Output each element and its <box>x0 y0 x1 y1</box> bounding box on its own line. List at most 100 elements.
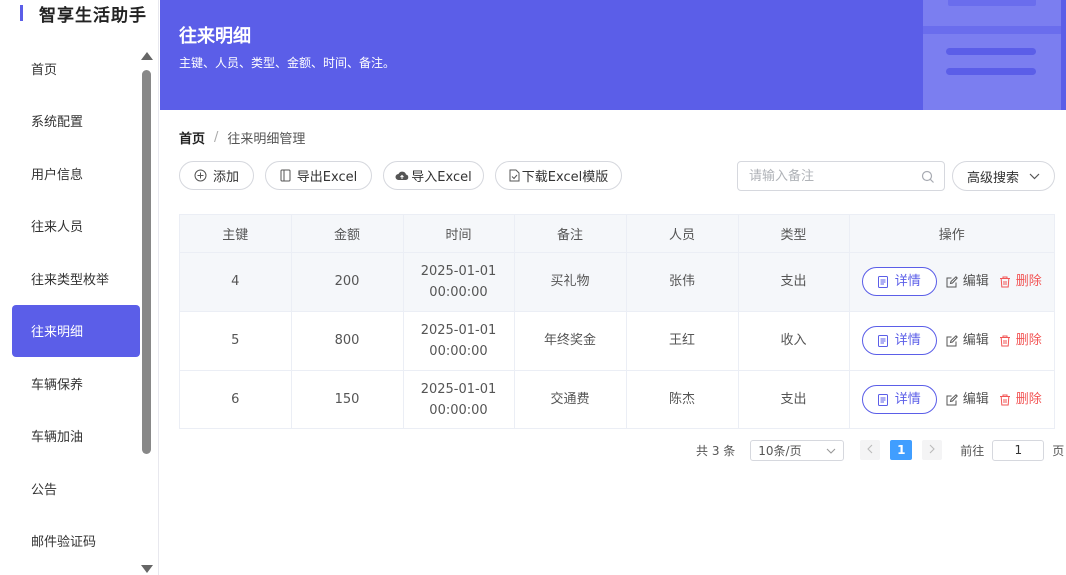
cell-amount: 200 <box>291 252 404 312</box>
document-icon <box>877 334 888 347</box>
sidebar-item-vehicle-fuel[interactable]: 车辆加油 <box>12 410 140 463</box>
column-header-id[interactable]: 主键 <box>180 215 292 253</box>
sidebar-item-notice[interactable]: 公告 <box>12 462 140 515</box>
edit-button[interactable]: 编辑 <box>946 330 989 351</box>
column-header-time[interactable]: 时间 <box>403 215 515 253</box>
breadcrumb-home[interactable]: 首页 <box>179 128 205 147</box>
chevron-down-icon <box>1029 173 1040 180</box>
cell-note: 交通费 <box>514 370 627 429</box>
next-page-button[interactable] <box>922 440 943 460</box>
sidebar: 智享生活助手 首页 系统配置 用户信息 往来人员 往来类型枚举 往来明细 车辆保… <box>0 0 159 575</box>
detail-button[interactable]: 详情 <box>861 385 937 415</box>
page-unit-label: 页 <box>1052 443 1065 458</box>
sidebar-item-user-info[interactable]: 用户信息 <box>12 147 140 200</box>
edit-label: 编辑 <box>962 392 989 408</box>
page-subtitle: 主键、人员、类型、金额、时间、备注。 <box>179 56 396 70</box>
pagination: 共 3 条 10条/页 1 前往 页 <box>696 439 1064 461</box>
column-header-person[interactable]: 人员 <box>626 215 739 253</box>
trash-icon <box>999 394 1011 406</box>
detail-button[interactable]: 详情 <box>861 267 937 296</box>
cell-person: 张伟 <box>626 252 739 312</box>
sidebar-scrollbar[interactable] <box>140 48 153 575</box>
table-row[interactable]: 6 150 2025-01-01 00:00:00 交通费 陈杰 支出 详情 编… <box>180 370 1054 429</box>
cell-type: 支出 <box>738 370 850 429</box>
cell-time: 2025-01-01 00:00:00 <box>403 311 515 371</box>
column-header-amount[interactable]: 金额 <box>291 215 404 253</box>
search-box <box>737 161 945 191</box>
cell-date-text: 2025-01-01 <box>420 322 497 338</box>
page-number-current[interactable]: 1 <box>890 440 913 460</box>
cell-date-text: 2025-01-01 <box>420 381 497 397</box>
detail-label: 详情 <box>894 392 921 408</box>
delete-button[interactable]: 删除 <box>999 389 1042 410</box>
data-table: 主键 金额 时间 备注 人员 类型 操作 4 200 2025-01-01 00:… <box>179 214 1055 429</box>
cell-actions: 详情 编辑 删除 <box>849 252 1054 312</box>
cell-note: 买礼物 <box>514 252 627 312</box>
column-header-type[interactable]: 类型 <box>738 215 850 253</box>
page-header: 往来明细 主键、人员、类型、金额、时间、备注。 <box>160 0 1066 110</box>
detail-label: 详情 <box>894 274 921 289</box>
goto-label: 前往 <box>960 443 985 458</box>
breadcrumb-current: 往来明细管理 <box>227 132 306 147</box>
search-icon[interactable] <box>921 169 935 188</box>
cell-time-text: 00:00:00 <box>429 284 488 300</box>
cell-type: 收入 <box>738 311 850 371</box>
edit-icon <box>946 393 958 406</box>
scroll-down-arrow-icon[interactable] <box>141 565 153 573</box>
sidebar-item-transactions[interactable]: 往来明细 <box>12 304 140 357</box>
chevron-right-icon <box>929 443 936 457</box>
brand-accent-bar <box>20 5 23 21</box>
import-excel-button[interactable]: 导入Excel <box>383 161 484 190</box>
toolbar: 添加 导出Excel 导入Excel 下载Excel模版 <box>179 161 633 191</box>
table-row[interactable]: 5 800 2025-01-01 00:00:00 年终奖金 王红 收入 详情 <box>180 311 1054 371</box>
advanced-search-button[interactable]: 高级搜索 <box>952 161 1055 191</box>
export-excel-button[interactable]: 导出Excel <box>265 161 372 190</box>
cell-person: 陈杰 <box>626 370 739 429</box>
sidebar-item-vehicle-maintenance[interactable]: 车辆保养 <box>12 357 140 410</box>
cell-actions: 详情 编辑 删除 <box>849 311 1054 371</box>
scrollbar-thumb[interactable] <box>142 70 151 454</box>
detail-button[interactable]: 详情 <box>861 326 937 355</box>
search-input[interactable] <box>738 162 908 190</box>
edit-button[interactable]: 编辑 <box>946 271 989 292</box>
page-size-select[interactable]: 10条/页 <box>750 439 845 461</box>
cell-time: 2025-01-01 00:00:00 <box>403 370 515 429</box>
prev-page-button[interactable] <box>860 440 881 460</box>
sidebar-item-email-code[interactable]: 邮件验证码 <box>12 515 140 568</box>
sidebar-item-home[interactable]: 首页 <box>12 42 140 95</box>
edit-button[interactable]: 编辑 <box>946 389 989 410</box>
sidebar-item-contacts[interactable]: 往来人员 <box>12 200 140 253</box>
cell-person: 王红 <box>626 311 739 371</box>
pagination-total: 共 3 条 <box>696 443 736 458</box>
document-icon <box>877 275 888 288</box>
edit-label: 编辑 <box>962 333 989 348</box>
delete-button[interactable]: 删除 <box>999 271 1042 292</box>
breadcrumb-separator: / <box>214 130 219 145</box>
table-header-row: 主键 金额 时间 备注 人员 类型 操作 <box>180 215 1054 253</box>
app-title: 智享生活助手 <box>39 5 147 26</box>
cell-id: 4 <box>180 252 292 312</box>
document-icon <box>280 169 291 182</box>
table-row[interactable]: 4 200 2025-01-01 00:00:00 买礼物 张伟 支出 详情 编… <box>180 252 1054 312</box>
cell-time-text: 00:00:00 <box>429 402 488 418</box>
cell-actions: 详情 编辑 删除 <box>849 370 1054 429</box>
detail-label: 详情 <box>894 333 921 348</box>
add-button[interactable]: 添加 <box>179 161 254 190</box>
advanced-search-label: 高级搜索 <box>966 170 1019 186</box>
download-template-button[interactable]: 下载Excel模版 <box>495 161 622 190</box>
sidebar-menu: 首页 系统配置 用户信息 往来人员 往来类型枚举 往来明细 车辆保养 车辆加油 … <box>12 42 140 567</box>
breadcrumb: 首页 / 往来明细管理 <box>179 128 305 147</box>
sidebar-item-type-enum[interactable]: 往来类型枚举 <box>12 252 140 305</box>
download-template-label: 下载Excel模版 <box>521 170 609 185</box>
column-header-note[interactable]: 备注 <box>514 215 627 253</box>
scroll-up-arrow-icon[interactable] <box>141 52 153 60</box>
sidebar-item-system-config[interactable]: 系统配置 <box>12 95 140 148</box>
page-size-value: 10条/页 <box>758 443 802 458</box>
goto-page-input[interactable] <box>992 439 1045 461</box>
cloud-upload-icon <box>395 170 409 182</box>
page-title: 往来明细 <box>179 26 251 47</box>
column-header-actions: 操作 <box>849 215 1054 253</box>
delete-button[interactable]: 删除 <box>999 330 1042 351</box>
chevron-down-icon <box>826 443 836 457</box>
cell-type: 支出 <box>738 252 850 312</box>
